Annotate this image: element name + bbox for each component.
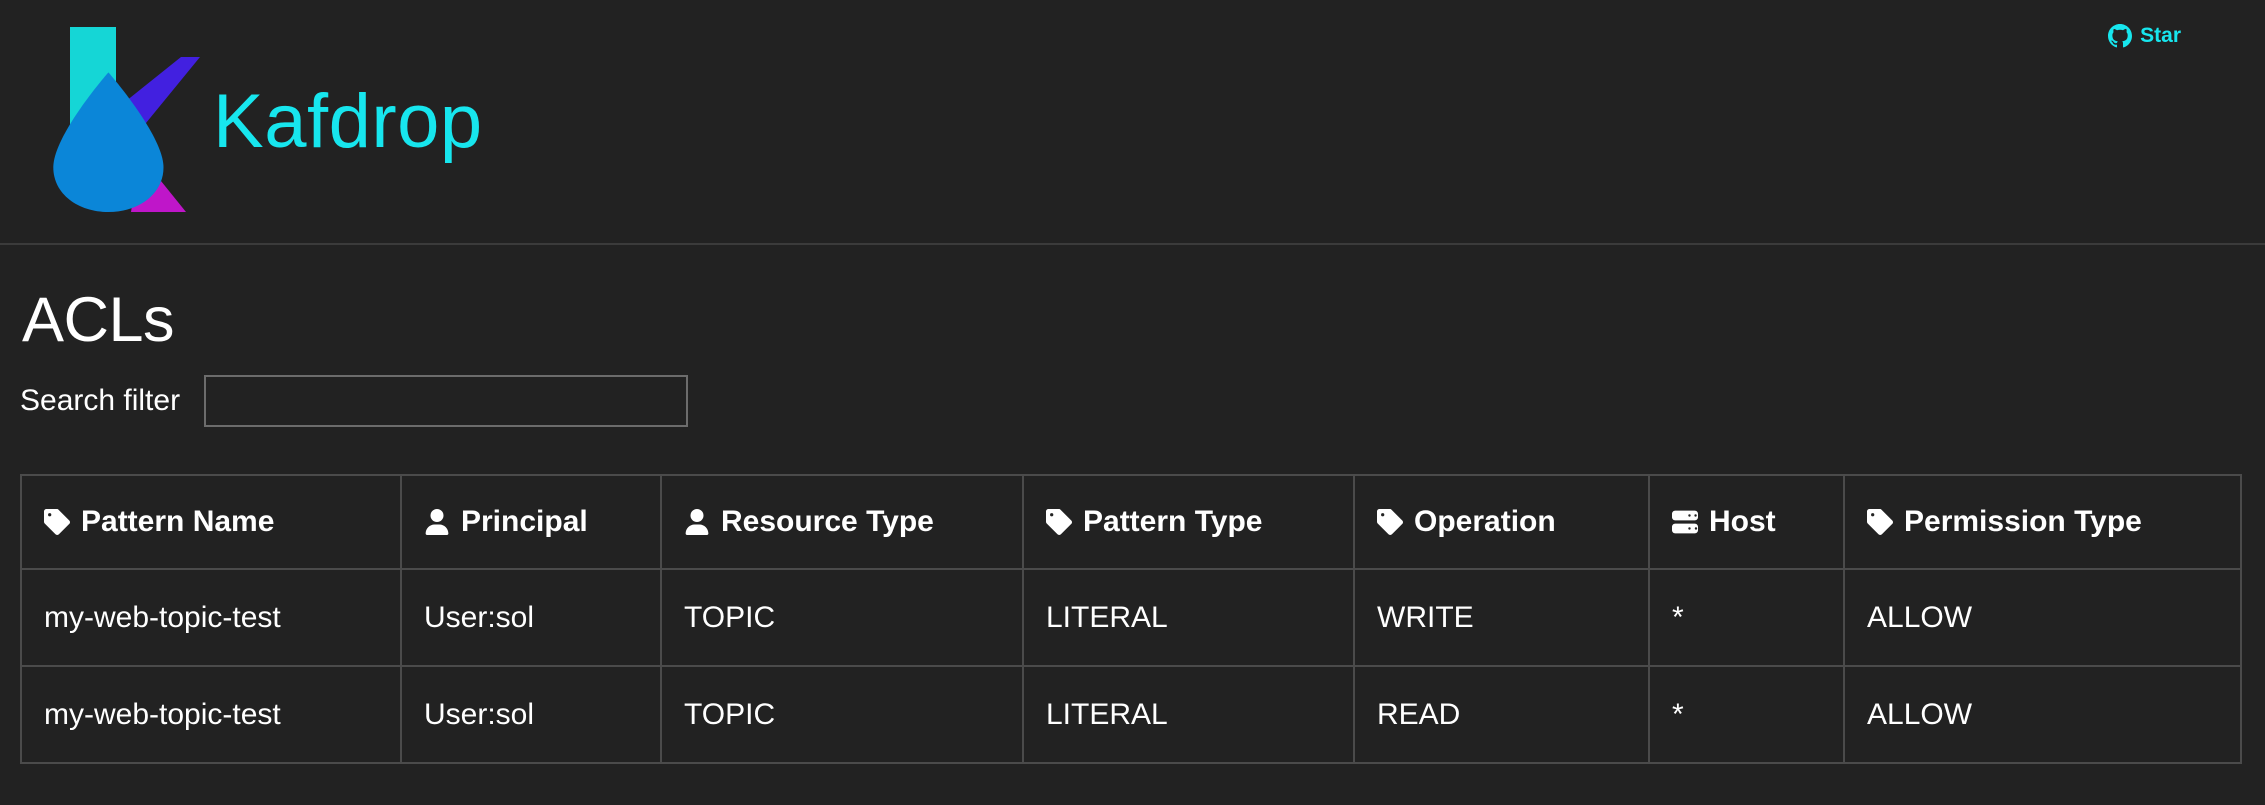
tag-icon — [44, 509, 70, 536]
cell-host: * — [1648, 568, 1845, 668]
cell-pattern-name: my-web-topic-test — [20, 665, 402, 765]
cell-pattern-type: LITERAL — [1022, 665, 1355, 765]
github-star-link[interactable]: Star — [2108, 24, 2181, 48]
cell-resource-type: TOPIC — [660, 568, 1024, 668]
user-icon — [684, 509, 710, 536]
user-icon — [424, 509, 450, 536]
column-header-label: Resource Type — [721, 505, 934, 539]
column-header-principal[interactable]: Principal — [400, 474, 662, 571]
column-header-permission-type[interactable]: Permission Type — [1843, 474, 2242, 571]
cell-operation: READ — [1353, 665, 1650, 765]
github-mark-icon — [2108, 24, 2133, 48]
cell-resource-type: TOPIC — [660, 665, 1024, 765]
table-header-row: Pattern Name Principal Resource Type Pat… — [20, 474, 2242, 571]
acl-table-body: my-web-topic-test User:sol TOPIC LITERAL… — [20, 568, 2242, 765]
table-row[interactable]: my-web-topic-test User:sol TOPIC LITERAL… — [20, 568, 2242, 668]
column-header-label: Permission Type — [1904, 505, 2142, 539]
column-header-host[interactable]: Host — [1648, 474, 1845, 571]
cell-principal: User:sol — [400, 568, 662, 668]
acl-table-head: Pattern Name Principal Resource Type Pat… — [20, 474, 2242, 571]
search-filter-input[interactable] — [204, 375, 689, 428]
column-header-pattern-type[interactable]: Pattern Type — [1022, 474, 1355, 571]
kafdrop-droplet-k-logo-icon — [28, 17, 203, 227]
cell-host: * — [1648, 665, 1845, 765]
column-header-label: Principal — [461, 505, 588, 539]
column-header-label: Pattern Type — [1083, 505, 1263, 539]
search-filter-label: Search filter — [20, 384, 181, 418]
top-navbar: Kafdrop Star — [0, 0, 2265, 245]
acl-table: Pattern Name Principal Resource Type Pat… — [20, 474, 2242, 765]
column-header-resource-type[interactable]: Resource Type — [660, 474, 1024, 571]
tag-icon — [1046, 509, 1072, 536]
tag-icon — [1867, 509, 1893, 536]
cell-permission-type: ALLOW — [1843, 665, 2242, 765]
column-header-label: Operation — [1414, 505, 1556, 539]
column-header-pattern-name[interactable]: Pattern Name — [20, 474, 402, 571]
github-star-label: Star — [2140, 24, 2181, 47]
brand-name: Kafdrop — [213, 78, 483, 164]
cell-principal: User:sol — [400, 665, 662, 765]
table-row[interactable]: my-web-topic-test User:sol TOPIC LITERAL… — [20, 665, 2242, 765]
brand-home-link[interactable]: Kafdrop — [28, 17, 483, 227]
tag-icon — [1377, 509, 1403, 536]
column-header-label: Pattern Name — [81, 505, 275, 539]
server-icon — [1672, 509, 1698, 535]
column-header-label: Host — [1709, 505, 1776, 539]
column-header-operation[interactable]: Operation — [1353, 474, 1650, 571]
cell-operation: WRITE — [1353, 568, 1650, 668]
cell-permission-type: ALLOW — [1843, 568, 2242, 668]
page-title: ACLs — [22, 285, 175, 355]
page-content: ACLs Search filter Pattern Name Principa… — [0, 285, 2265, 765]
cell-pattern-type: LITERAL — [1022, 568, 1355, 668]
cell-pattern-name: my-web-topic-test — [20, 568, 402, 668]
search-filter-row: Search filter — [20, 375, 2245, 428]
